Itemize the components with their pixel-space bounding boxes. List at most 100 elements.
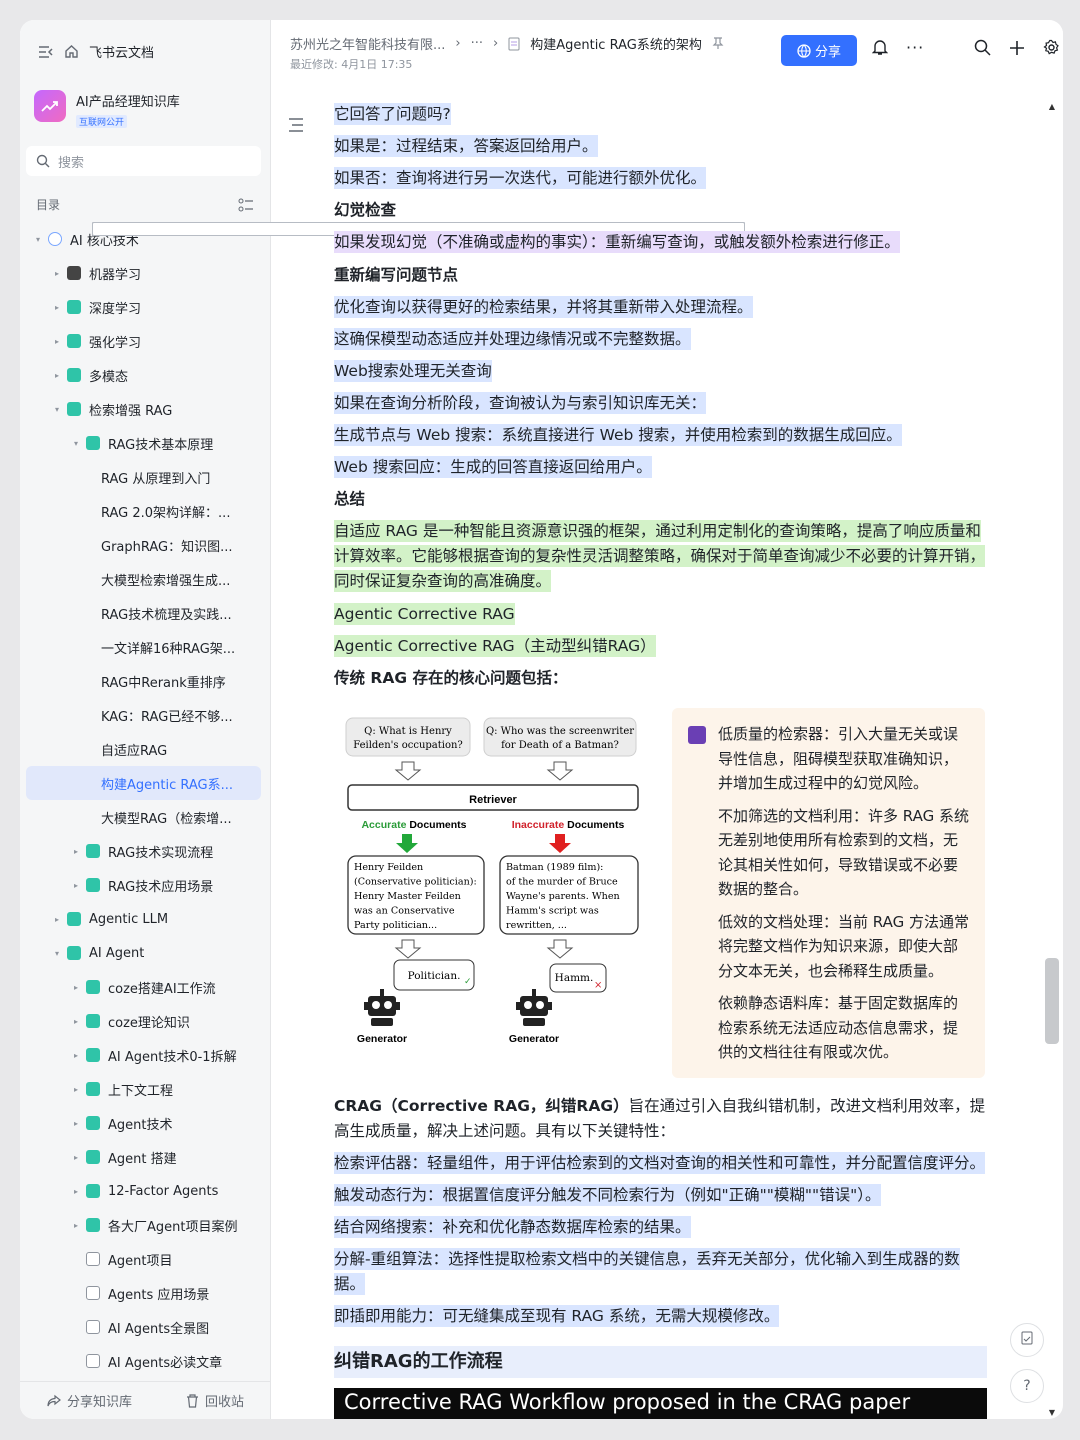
trash-icon — [186, 1393, 199, 1408]
chevron-right-icon[interactable]: ▸ — [70, 1051, 82, 1060]
tree-item-label: Agent 搭建 — [108, 1151, 177, 1167]
tree-item[interactable]: Agents 应用场景 — [26, 1276, 261, 1310]
section-heading-text: 总结 — [334, 490, 366, 509]
trend-chart-icon — [34, 90, 66, 122]
chevron-right-icon[interactable]: ▸ — [70, 847, 82, 856]
tree-item[interactable]: GraphRAG：知识图... — [26, 222, 745, 562]
chevron-right-icon[interactable]: ▸ — [51, 915, 63, 924]
tree-item[interactable]: ▾ AI Agent — [26, 936, 261, 970]
chevron-right-icon[interactable]: ▸ — [70, 1221, 82, 1230]
tree-item[interactable]: ▸ AI Agent技术0-1拆解 — [26, 1038, 261, 1072]
help-button[interactable]: ? — [1010, 1369, 1044, 1403]
retrieved-doc-line: Hamm's script was — [506, 906, 599, 917]
breadcrumb-org[interactable]: 苏州光之年智能科技有限... — [290, 34, 445, 53]
feature-text: 结合网络搜索：补充和优化静态数据库检索的结果。 — [334, 1216, 691, 1238]
tree-item[interactable]: RAG 从原理到入门 — [26, 222, 745, 494]
toc-header: 目录 — [36, 196, 254, 213]
doc-line-text: 这确保模型动态适应并处理边缘情况或不完整数据。 — [334, 327, 691, 350]
chevron-down-icon[interactable]: ▾ — [51, 405, 63, 414]
tree-item[interactable]: ▸ 多模态 — [26, 358, 261, 392]
tree-item[interactable]: 大模型检索增强生成... — [26, 222, 745, 596]
breadcrumb-current-doc[interactable]: 构建Agentic RAG系统的架构 — [530, 34, 702, 53]
bell-icon[interactable] — [872, 38, 888, 57]
doc-line: 如果发现幻觉（不准确或虚构的事实）：重新编写查询，或触发额外检索进行修正。 — [334, 230, 900, 254]
tree-item[interactable]: ▸ 各大厂Agent项目案例 — [26, 1208, 261, 1242]
wiki-icon — [67, 334, 81, 348]
chevron-down-icon[interactable]: ▾ — [70, 439, 82, 448]
callout-item: 低效的文档处理：当前 RAG 方法通常将完整文档作为知识来源，即使大部分文本无关… — [718, 912, 969, 980]
search-input[interactable]: 搜索 — [26, 146, 261, 176]
chevron-right-icon[interactable]: ▸ — [51, 337, 63, 346]
tree-item-label: 大模型RAG（检索增... — [101, 811, 232, 827]
chevron-right-icon[interactable]: ▸ — [70, 1017, 82, 1026]
tree-item[interactable]: AI Agents必读文章 — [26, 1344, 261, 1378]
chevron-down-icon[interactable]: ▾ — [51, 949, 63, 958]
workflow-image[interactable]: Corrective RAG Workflow proposed in the … — [334, 1388, 987, 1419]
more-icon[interactable]: ··· — [906, 38, 924, 57]
tree-item[interactable]: RAG中Rerank重排序 — [26, 222, 745, 698]
wiki-icon — [67, 368, 81, 382]
search-icon — [36, 154, 50, 168]
scroll-up-icon[interactable]: ▲ — [1049, 102, 1055, 111]
tree-item[interactable]: ▸ coze理论知识 — [26, 1004, 261, 1038]
home-icon[interactable] — [64, 44, 79, 59]
collapse-sidebar-icon[interactable] — [38, 45, 54, 59]
tree-item[interactable]: ▸ 上下文工程 — [26, 1072, 261, 1106]
chevron-right-icon[interactable]: ▸ — [51, 303, 63, 312]
tree-item-label: RAG技术基本原理 — [108, 437, 214, 453]
tree-item[interactable]: ▸ Agent技术 — [26, 1106, 261, 1140]
last-modified: 最近修改: 4月1日 17:35 — [290, 58, 413, 71]
tree-item[interactable]: 自适应RAG — [26, 222, 745, 766]
tree-item[interactable]: 大模型RAG（检索增... — [26, 222, 745, 834]
plus-icon[interactable] — [1009, 38, 1025, 57]
feature-text: 分解-重组算法：选择性提取检索文档中的关键信息，丢弃无关部分，优化输入到生成器的… — [334, 1248, 960, 1295]
tree-item[interactable]: ▸ RAG技术实现流程 — [26, 834, 261, 868]
question-1-line-2: Feilden's occupation? — [353, 740, 463, 751]
chevron-right-icon[interactable]: ▸ — [70, 983, 82, 992]
share-kb-button[interactable]: 分享知识库 — [47, 1391, 132, 1410]
list-settings-icon[interactable] — [238, 196, 254, 213]
tree-item[interactable]: ▾ 检索增强 RAG — [26, 392, 261, 426]
tree-item[interactable]: ▸ 机器学习 — [26, 256, 261, 290]
answer-bubble-2: Hamm. × — [549, 963, 607, 993]
tree-item[interactable]: 一文详解16种RAG架... — [26, 222, 745, 664]
tree-item[interactable]: Agent项目 — [26, 1242, 261, 1276]
share-button[interactable]: 分享 — [781, 35, 857, 66]
tree-item[interactable]: ▸ coze搭建AI工作流 — [26, 970, 261, 1004]
inaccurate-word: Inaccurate — [512, 819, 565, 831]
scroll-down-icon[interactable]: ▼ — [1049, 1408, 1055, 1417]
tree-item[interactable]: RAG技术梳理及实践... — [26, 222, 745, 630]
gear-icon[interactable] — [1043, 38, 1060, 57]
recycle-bin-button[interactable]: 回收站 — [186, 1391, 244, 1410]
chevron-right-icon[interactable]: ▸ — [70, 1119, 82, 1128]
tree-item[interactable]: ▸ Agentic LLM — [26, 902, 261, 936]
tree-item[interactable]: ▸ 强化学习 — [26, 324, 261, 358]
chevron-right-icon[interactable]: ▸ — [51, 269, 63, 278]
tree-item[interactable]: RAG 2.0架构详解：... — [26, 222, 745, 528]
app-name[interactable]: 飞书云文档 — [89, 42, 154, 61]
chevron-right-icon[interactable]: ▸ — [70, 1153, 82, 1162]
chevron-down-icon[interactable]: ▾ — [32, 235, 44, 244]
tree-item[interactable]: AI Agents全景图 — [26, 1310, 261, 1344]
tree-item[interactable]: ▸ 深度学习 — [26, 290, 261, 324]
tree-item[interactable]: KAG：RAG已经不够... — [26, 222, 745, 732]
app-window: 飞书云文档 AI产品经理知识库 互联网公开 搜索 目录 ▾ AI 核心技术 ▸ 机器学… — [20, 20, 1063, 1419]
tree-item[interactable]: ▸ 12-Factor Agents — [26, 1174, 261, 1208]
tree-item[interactable]: 构建Agentic RAG系... — [26, 222, 745, 800]
breadcrumb-more[interactable]: ··· — [471, 36, 483, 51]
chevron-right-icon[interactable]: ▸ — [70, 881, 82, 890]
knowledge-base-header[interactable]: AI产品经理知识库 互联网公开 — [34, 90, 180, 129]
scrollbar-thumb[interactable] — [1045, 958, 1059, 1044]
search-icon[interactable] — [974, 38, 991, 57]
pin-icon[interactable] — [712, 37, 724, 50]
tree-item[interactable]: ▾ RAG技术基本原理 — [26, 426, 261, 460]
tree-item-label: 机器学习 — [89, 267, 142, 283]
wiki-icon — [86, 844, 100, 858]
chevron-right-icon[interactable]: ▸ — [51, 371, 63, 380]
doc-check-button[interactable] — [1010, 1323, 1044, 1357]
chevron-right-icon[interactable]: ▸ — [70, 1085, 82, 1094]
outline-icon[interactable] — [288, 116, 304, 137]
tree-item[interactable]: ▸ Agent 搭建 — [26, 1140, 261, 1174]
tree-item[interactable]: ▸ RAG技术应用场景 — [26, 868, 261, 902]
chevron-right-icon[interactable]: ▸ — [70, 1187, 82, 1196]
